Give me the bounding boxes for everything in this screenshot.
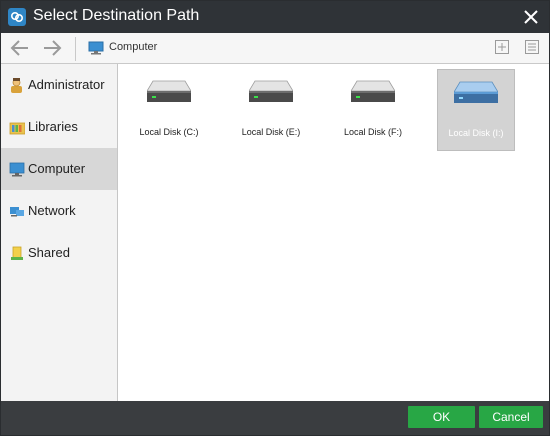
ok-button[interactable]: OK <box>408 406 475 428</box>
breadcrumb[interactable]: Computer <box>109 41 157 53</box>
drive-item-i[interactable]: Local Disk (I:) <box>437 69 515 151</box>
drive-item-e[interactable]: Local Disk (E:) <box>233 69 309 149</box>
title-bar: Select Destination Path <box>1 1 549 33</box>
drive-list: Local Disk (C:) Local Disk (E:) Local Di… <box>118 64 549 401</box>
cancel-button[interactable]: Cancel <box>479 406 543 428</box>
select-destination-dialog: Select Destination Path Computer Adminis… <box>0 0 550 436</box>
close-icon[interactable] <box>519 5 543 29</box>
sidebar-item-label: Administrator <box>28 77 105 92</box>
hard-drive-icon <box>350 79 396 105</box>
libraries-icon <box>9 119 26 135</box>
drive-label: Local Disk (C:) <box>139 127 199 137</box>
drive-item-c[interactable]: Local Disk (C:) <box>131 69 207 149</box>
hard-drive-icon <box>146 79 192 105</box>
back-arrow-icon[interactable] <box>9 38 31 58</box>
sidebar-item-libraries[interactable]: Libraries <box>1 106 117 148</box>
toolbar-divider <box>75 37 76 61</box>
sidebar-item-label: Computer <box>28 161 86 176</box>
app-logo-icon <box>8 8 26 26</box>
new-folder-icon[interactable] <box>495 40 509 54</box>
drive-item-f[interactable]: Local Disk (F:) <box>335 69 411 149</box>
user-icon <box>9 77 25 93</box>
hard-drive-icon <box>453 80 499 106</box>
drive-label: Local Disk (F:) <box>343 127 402 137</box>
sidebar-item-administrator[interactable]: Administrator <box>1 64 117 106</box>
drive-label: Local Disk (I:) <box>448 128 504 138</box>
dialog-title: Select Destination Path <box>33 7 200 24</box>
list-view-icon[interactable] <box>525 40 539 54</box>
forward-arrow-icon[interactable] <box>41 38 63 58</box>
network-icon <box>9 203 25 219</box>
sidebar-item-label: Shared <box>28 245 70 260</box>
sidebar: Administrator Libraries Computer Network… <box>1 64 118 401</box>
sidebar-item-label: Network <box>28 203 76 218</box>
navigation-toolbar: Computer <box>1 33 549 64</box>
computer-icon <box>88 41 104 55</box>
sidebar-item-computer[interactable]: Computer <box>1 148 117 190</box>
sidebar-item-label: Libraries <box>28 119 78 134</box>
drive-label: Local Disk (E:) <box>241 127 301 137</box>
dialog-footer: OK Cancel <box>1 401 549 435</box>
shared-icon <box>9 245 25 261</box>
sidebar-item-shared[interactable]: Shared <box>1 232 117 274</box>
computer-icon <box>9 161 25 177</box>
hard-drive-icon <box>248 79 294 105</box>
sidebar-item-network[interactable]: Network <box>1 190 117 232</box>
